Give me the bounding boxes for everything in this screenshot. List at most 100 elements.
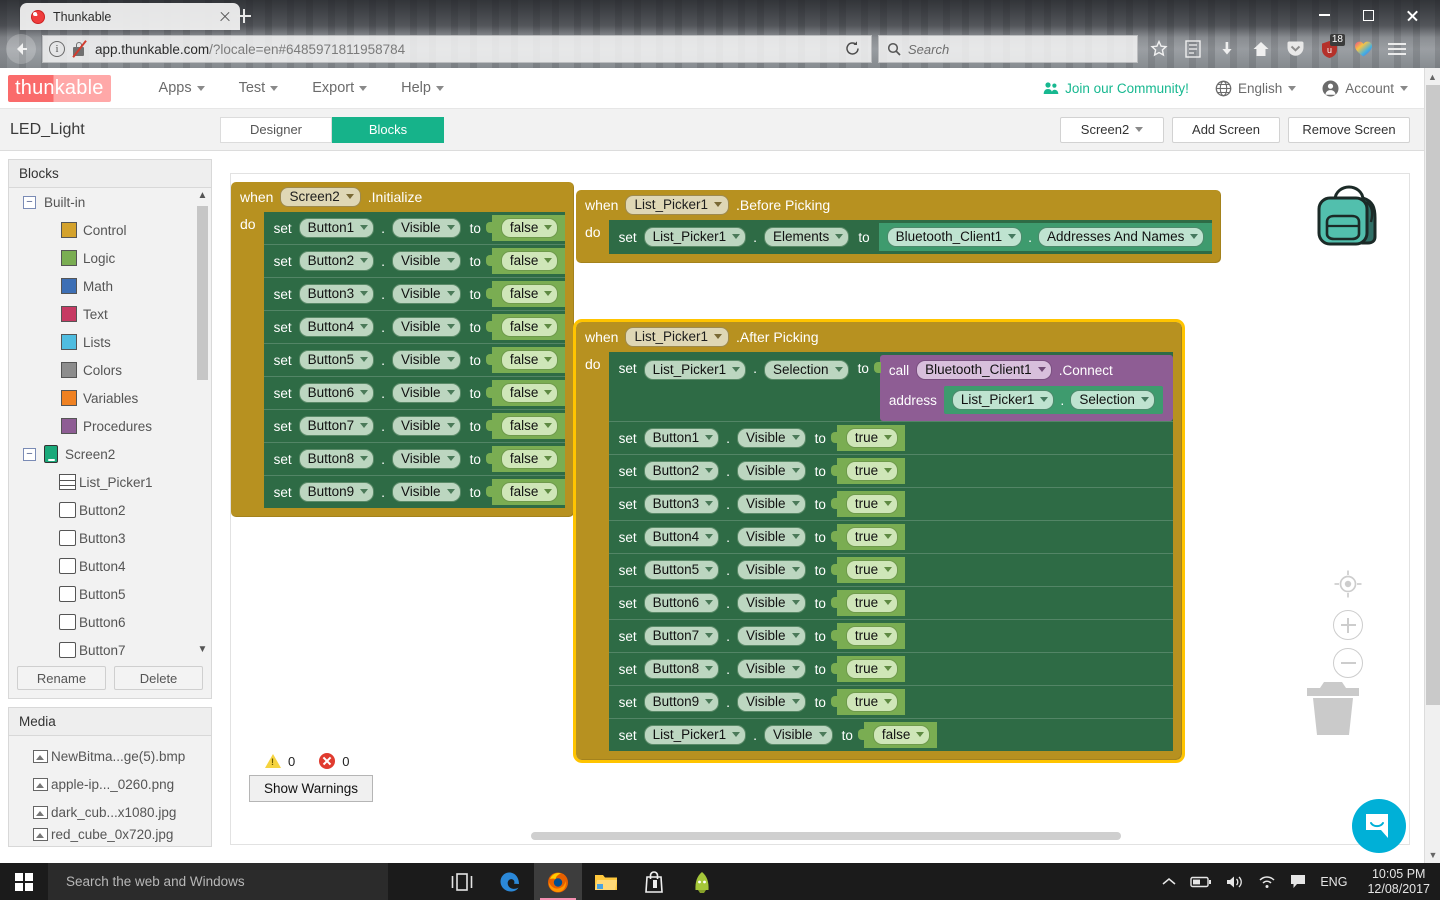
boolean-dropdown[interactable]: false bbox=[500, 449, 559, 469]
set-block[interactable]: set Button9 . Visible to true bbox=[608, 685, 1173, 718]
component-dropdown[interactable]: List_Picker1 bbox=[643, 360, 747, 380]
value-socket[interactable]: true bbox=[830, 524, 906, 550]
component-dropdown[interactable]: List_Picker1 bbox=[625, 195, 730, 215]
boolean-dropdown[interactable]: false bbox=[500, 482, 559, 502]
restore-icon[interactable] bbox=[1346, 0, 1390, 30]
value-socket[interactable]: false bbox=[485, 413, 566, 439]
scroll-down-arrow[interactable]: ▼ bbox=[1425, 846, 1440, 863]
add-screen-button[interactable]: Add Screen bbox=[1172, 116, 1280, 143]
trash-icon[interactable] bbox=[1305, 679, 1361, 740]
thunkable-logo[interactable]: thunkable bbox=[8, 74, 111, 102]
component-dropdown[interactable]: Button7 bbox=[298, 416, 375, 436]
component-dropdown[interactable]: Button1 bbox=[643, 428, 720, 448]
ublock-origin-icon[interactable]: u 18 bbox=[1312, 34, 1346, 64]
set-block[interactable]: set Button1 . Visible to false bbox=[263, 212, 566, 244]
property-dropdown[interactable]: Visible bbox=[392, 284, 461, 304]
component-dropdown[interactable]: Button2 bbox=[298, 251, 375, 271]
tree-scrollbar[interactable]: ▲ ▼ bbox=[196, 190, 209, 658]
keyboard-language[interactable]: ENG bbox=[1320, 875, 1347, 889]
property-dropdown[interactable]: Visible bbox=[737, 560, 806, 580]
menu-hamburger-icon[interactable] bbox=[1380, 34, 1414, 64]
rename-button[interactable]: Rename bbox=[17, 666, 106, 690]
address-bar[interactable]: i app.thunkable.com/?locale=en#648597181… bbox=[42, 35, 872, 63]
collapse-icon[interactable]: − bbox=[23, 447, 36, 461]
component-dropdown[interactable]: Button9 bbox=[298, 482, 375, 502]
component-dropdown[interactable]: Button1 bbox=[298, 218, 375, 238]
property-dropdown[interactable]: Visible bbox=[737, 527, 806, 547]
property-dropdown[interactable]: Visible bbox=[392, 251, 461, 271]
getter-block[interactable]: List_Picker1 . Selection bbox=[943, 386, 1163, 414]
value-socket[interactable]: false bbox=[485, 347, 566, 373]
menu-export[interactable]: Export bbox=[312, 80, 368, 96]
start-button[interactable] bbox=[0, 863, 48, 900]
property-dropdown[interactable]: Selection bbox=[1070, 390, 1155, 410]
component-dropdown[interactable]: List_Picker1 bbox=[643, 725, 747, 745]
property-dropdown[interactable]: Visible bbox=[392, 383, 461, 403]
media-item[interactable]: NewBitma...ge(5).bmp bbox=[33, 742, 211, 770]
value-socket[interactable]: true bbox=[830, 623, 906, 649]
property-dropdown[interactable]: Visible bbox=[392, 482, 461, 502]
set-block[interactable]: set Button3 . Visible to true bbox=[608, 487, 1173, 520]
value-socket[interactable]: true bbox=[830, 491, 906, 517]
boolean-dropdown[interactable]: true bbox=[845, 659, 899, 679]
event-block[interactable]: when List_Picker1 .Before Picking do set… bbox=[576, 190, 1222, 263]
block-screen2-initialize[interactable]: when Screen2 .Initialize do set Button1 … bbox=[231, 182, 575, 517]
set-block[interactable]: set Button4 . Visible to false bbox=[263, 310, 566, 343]
store-icon[interactable] bbox=[630, 863, 678, 900]
task-view-icon[interactable] bbox=[438, 863, 486, 900]
set-block[interactable]: set Button6 . Visible to false bbox=[263, 376, 566, 409]
set-block[interactable]: set Button4 . Visible to true bbox=[608, 520, 1173, 553]
browser-search-bar[interactable]: Search bbox=[878, 35, 1138, 63]
set-block[interactable]: set List_Picker1 . Visible to false bbox=[608, 718, 1173, 751]
value-socket[interactable]: true bbox=[830, 458, 906, 484]
getter-block[interactable]: Bluetooth_Client1 . Addresses And Names bbox=[878, 223, 1213, 251]
component-dropdown[interactable]: Button3 bbox=[643, 494, 720, 514]
tree-node-screen2[interactable]: − Screen2 bbox=[9, 440, 211, 468]
component-dropdown[interactable]: Button4 bbox=[298, 317, 375, 337]
boolean-dropdown[interactable]: false bbox=[500, 383, 559, 403]
value-socket[interactable]: true bbox=[830, 590, 906, 616]
firefox-icon[interactable] bbox=[534, 863, 582, 900]
tree-scroll-thumb[interactable] bbox=[197, 206, 208, 380]
component-dropdown[interactable]: List_Picker1 bbox=[643, 227, 747, 247]
boolean-dropdown[interactable]: true bbox=[845, 461, 899, 481]
back-button[interactable] bbox=[6, 34, 36, 64]
component-dropdown[interactable]: Button5 bbox=[298, 350, 375, 370]
component-dropdown[interactable]: Bluetooth_Client1 bbox=[886, 227, 1023, 247]
boolean-dropdown[interactable]: true bbox=[845, 626, 899, 646]
set-block[interactable]: set Button9 . Visible to false bbox=[263, 475, 566, 508]
block-listpicker-after-picking[interactable]: when List_Picker1 .After Picking do set … bbox=[573, 319, 1185, 763]
show-warnings-button[interactable]: Show Warnings bbox=[249, 775, 374, 802]
scroll-up-arrow[interactable]: ▲ bbox=[1425, 68, 1440, 85]
page-vertical-scrollbar[interactable]: ▲ ▼ bbox=[1424, 68, 1440, 863]
property-dropdown[interactable]: Visible bbox=[737, 593, 806, 613]
boolean-dropdown[interactable]: false bbox=[500, 416, 559, 436]
component-dropdown[interactable]: Button3 bbox=[298, 284, 375, 304]
property-dropdown[interactable]: Visible bbox=[737, 659, 806, 679]
component-dropdown[interactable]: Bluetooth_Client1 bbox=[916, 360, 1052, 380]
bookmark-star-icon[interactable] bbox=[1142, 34, 1176, 64]
component-dropdown[interactable]: Screen2 bbox=[280, 187, 361, 207]
set-block[interactable]: set Button8 . Visible to true bbox=[608, 652, 1173, 685]
component-dropdown[interactable]: Button7 bbox=[643, 626, 720, 646]
boolean-dropdown[interactable]: true bbox=[845, 593, 899, 613]
component-dropdown[interactable]: Button9 bbox=[643, 692, 720, 712]
component-dropdown[interactable]: Button6 bbox=[298, 383, 375, 403]
reload-icon[interactable] bbox=[844, 40, 863, 59]
sidebar-item-logic[interactable]: Logic bbox=[9, 244, 211, 272]
sidebar-item-button5[interactable]: Button5 bbox=[9, 580, 211, 608]
reader-list-icon[interactable] bbox=[1176, 34, 1210, 64]
property-dropdown[interactable]: Visible bbox=[737, 461, 806, 481]
sidebar-item-button6[interactable]: Button6 bbox=[9, 608, 211, 636]
file-explorer-icon[interactable] bbox=[582, 863, 630, 900]
set-block[interactable]: set List_Picker1 . Selection to call Blu… bbox=[608, 352, 1173, 421]
component-dropdown[interactable]: Button8 bbox=[643, 659, 720, 679]
property-dropdown[interactable]: Selection bbox=[764, 360, 849, 380]
menu-apps[interactable]: Apps bbox=[159, 80, 205, 96]
scroll-thumb[interactable] bbox=[1426, 85, 1440, 705]
tab-designer[interactable]: Designer bbox=[220, 116, 332, 143]
sidebar-item-button7[interactable]: Button7 bbox=[9, 636, 211, 660]
site-info-icon[interactable]: i bbox=[49, 41, 65, 57]
component-dropdown[interactable]: Button2 bbox=[643, 461, 720, 481]
edge-icon[interactable] bbox=[486, 863, 534, 900]
